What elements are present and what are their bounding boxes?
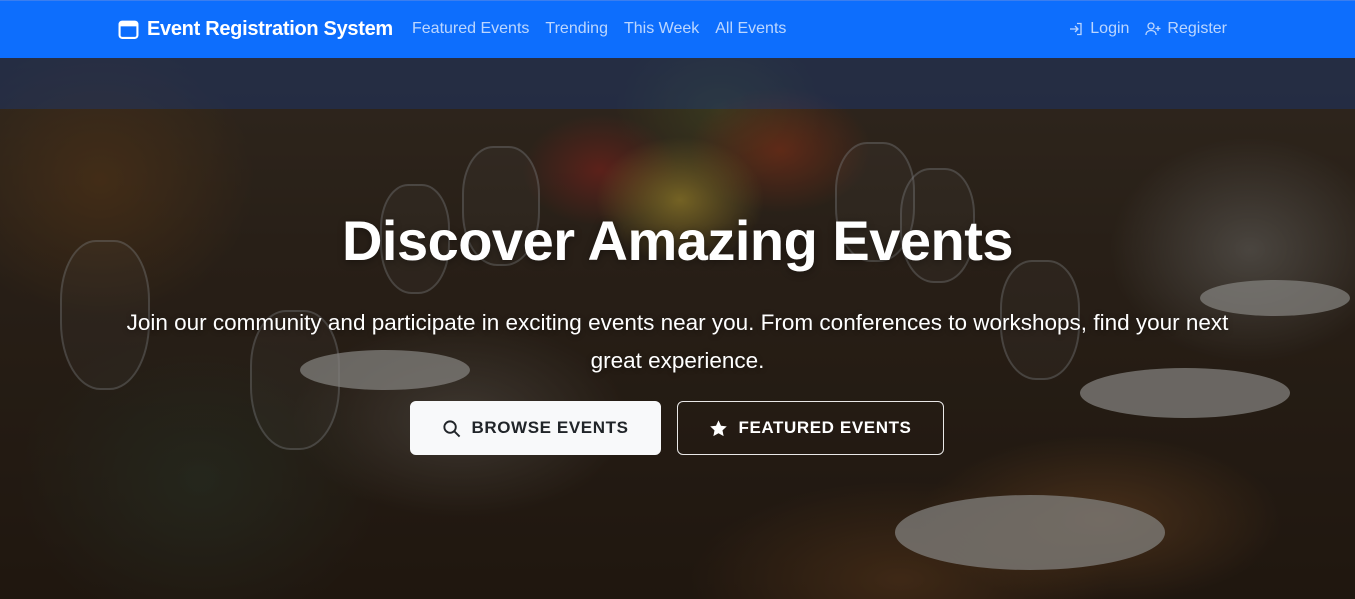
nav-link-this-week[interactable]: This Week bbox=[624, 20, 699, 38]
login-label: Login bbox=[1090, 20, 1130, 37]
star-icon bbox=[710, 419, 728, 436]
hero-background-image bbox=[0, 0, 1355, 599]
auth-links: Login Register bbox=[1068, 20, 1227, 38]
search-icon bbox=[443, 419, 461, 437]
featured-events-button[interactable]: FEATURED EVENTS bbox=[677, 401, 944, 455]
nav-link-trending[interactable]: Trending bbox=[545, 20, 608, 38]
hero-title: Discover Amazing Events bbox=[341, 209, 1014, 272]
nav-link-featured-events[interactable]: Featured Events bbox=[412, 20, 529, 38]
browse-events-label: BROWSE EVENTS bbox=[471, 418, 629, 437]
hero-subtitle: Join our community and participate in ex… bbox=[126, 310, 1229, 373]
register-label: Register bbox=[1167, 20, 1227, 37]
register-icon bbox=[1145, 22, 1161, 36]
nav-link-all-events[interactable]: All Events bbox=[715, 20, 786, 38]
login-icon bbox=[1070, 22, 1082, 36]
top-navbar: Event Registration System Featured Event… bbox=[0, 0, 1355, 58]
main-nav-links: Featured Events Trending This Week All E… bbox=[412, 20, 786, 38]
calendar-icon bbox=[118, 20, 139, 39]
browse-events-button[interactable]: BROWSE EVENTS bbox=[410, 401, 661, 455]
brand-name: Event Registration System bbox=[147, 18, 393, 40]
register-link[interactable]: Register bbox=[1145, 20, 1227, 38]
login-link[interactable]: Login bbox=[1068, 20, 1129, 38]
brand-link[interactable]: Event Registration System bbox=[118, 18, 393, 41]
featured-events-label: FEATURED EVENTS bbox=[738, 418, 912, 437]
